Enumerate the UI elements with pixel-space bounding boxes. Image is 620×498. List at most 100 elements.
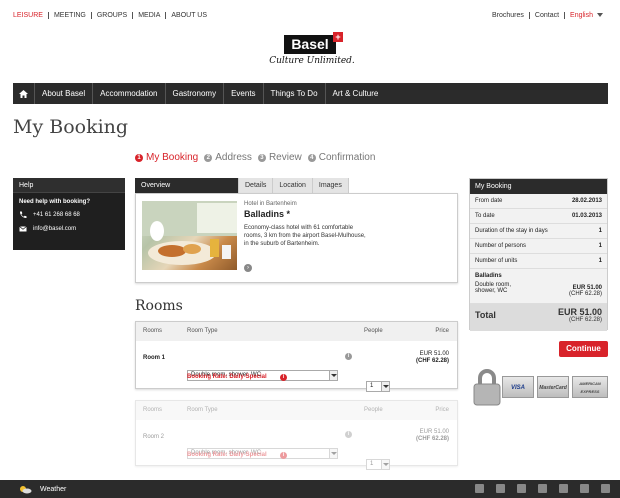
padlock-icon [473,369,501,406]
booking-rate[interactable]: Booking Rate: Daily-Special [187,374,267,380]
booking-summary: My Booking From date 28.02.2013 To date 01… [469,178,608,331]
room-label: Room 2 [143,434,165,440]
logo-tagline: Culture Unlimited. [269,56,355,66]
top-nav-about-us[interactable]: ABOUT US [165,12,212,19]
more-info-button[interactable]: › [244,264,252,272]
summary-label: Duration of the stay in days [475,228,548,234]
step-number: 2 [204,153,213,162]
tab-details[interactable]: Details [239,178,274,193]
summary-room-chf: (CHF 62.28) [568,291,602,297]
swiss-cross-icon: + [333,32,343,42]
summary-hotel-name: Balladins [475,273,502,279]
summary-label: To date [475,213,495,219]
weather-icon[interactable] [18,484,32,494]
twitter-icon[interactable] [496,484,505,493]
summary-hotel: Balladins Double room, shower, WC EUR 51… [470,269,607,304]
chevron-down-icon [381,460,389,469]
room-price-chf: (CHF 62.28) [415,436,449,442]
step-my-booking: 1 My Booking [135,152,198,163]
top-nav-leisure[interactable]: LEISURE [13,12,48,19]
step-number: 4 [307,153,316,162]
mastercard-icon: MasterCard [537,376,569,398]
rate-info-icon[interactable]: i [280,374,287,381]
weather-link[interactable]: Weather [40,486,66,493]
step-address: 2 Address [204,152,252,163]
summary-row: To date 01.03.2013 [470,209,607,224]
room-price-chf: (CHF 62.28) [415,358,449,364]
step-number: 3 [257,153,266,162]
hotel-description: Economy-class hotel with 61 comfortable … [244,225,366,247]
hotel-image[interactable] [142,201,237,270]
summary-value: 01.03.2013 [571,213,602,219]
people-select[interactable]: 1 [366,459,390,470]
header-rooms: Rooms [143,328,163,334]
expand-icon[interactable] [601,484,610,493]
nav-gastronomy[interactable]: Gastronomy [166,83,225,104]
nav-things-to-do[interactable]: Things To Do [264,83,326,104]
help-phone[interactable]: +41 61 268 68 68 [33,212,80,218]
visa-card-icon: VISA [502,376,534,398]
summary-label: From date [475,198,503,204]
top-nav-groups[interactable]: GROUPS [90,12,132,19]
tab-location[interactable]: Location [273,178,313,193]
header-room-type: Room Type [187,328,218,334]
phone-icon[interactable] [559,484,568,493]
top-nav-meeting[interactable]: MEETING [47,12,91,19]
step-label: My Booking [146,152,199,163]
step-number: 1 [135,153,143,162]
summary-value: 1 [598,228,602,234]
summary-label: Number of units [475,258,518,264]
nav-about-basel[interactable]: About Basel [35,83,94,104]
total-price: EUR 51.00 (CHF 62.28) [558,307,602,323]
rate-info-icon[interactable]: i [280,452,287,459]
brochures-link[interactable]: Brochures [487,12,529,19]
summary-room-price: EUR 51.00 (CHF 62.28) [569,285,602,297]
top-nav: LEISURE MEETING GROUPS MEDIA ABOUT US [13,12,212,19]
summary-row: Duration of the stay in days 1 [470,224,607,239]
continue-button[interactable]: Continue [559,341,608,357]
page-title: My Booking [13,116,129,138]
header-price: Price [435,328,449,334]
nav-accommodation[interactable]: Accommodation [93,83,166,104]
nav-art-culture[interactable]: Art & Culture [326,83,386,104]
room-price-eur: EUR 51.00 [419,351,449,357]
logo[interactable]: Basel [284,35,336,54]
contact-link[interactable]: Contact [528,12,564,19]
tab-images[interactable]: Images [312,178,349,193]
social-links [475,484,610,493]
room-table-header: Rooms Room Type People Price [136,322,457,341]
youtube-icon[interactable] [517,484,526,493]
help-box: Help Need help with booking? +41 61 268 … [13,178,125,250]
chevron-down-icon [329,371,337,380]
rooms-title: Rooms [135,298,183,314]
room-label: Room 1 [143,355,166,361]
language-select[interactable]: English [564,12,608,19]
hotel-location: Hotel in Bartenheim [244,201,297,207]
summary-row: Number of units 1 [470,254,607,269]
summary-title: My Booking [470,179,607,194]
booking-rate[interactable]: Booking Rate: Daily-Special [187,452,267,458]
nav-events[interactable]: Events [224,83,264,104]
total-eur: EUR 51.00 [557,307,602,317]
help-question: Need help with booking? [19,199,90,205]
mail-icon [19,226,27,232]
home-button[interactable] [13,83,35,104]
facebook-icon[interactable] [475,484,484,493]
room-price: EUR 51.00 (CHF 62.28) [416,429,449,443]
help-email-row: info@basel.com [13,219,125,233]
help-email[interactable]: info@basel.com [33,226,76,232]
top-nav-media[interactable]: MEDIA [132,12,165,19]
summary-row: From date 28.02.2013 [470,194,607,209]
hotel-tabs: Overview Details Location Images [135,178,458,193]
people-select[interactable]: 1 [366,381,390,392]
video-icon[interactable] [538,484,547,493]
info-icon[interactable]: i [345,431,352,438]
mail-icon[interactable] [580,484,589,493]
info-icon[interactable]: i [345,353,352,360]
step-label: Review [268,152,302,163]
tab-overview[interactable]: Overview [135,178,239,193]
chevron-down-icon [597,13,603,18]
header-people: People [364,407,383,413]
room-table-header: Rooms Room Type People Price [136,401,457,420]
people-value: 1 [370,461,374,467]
